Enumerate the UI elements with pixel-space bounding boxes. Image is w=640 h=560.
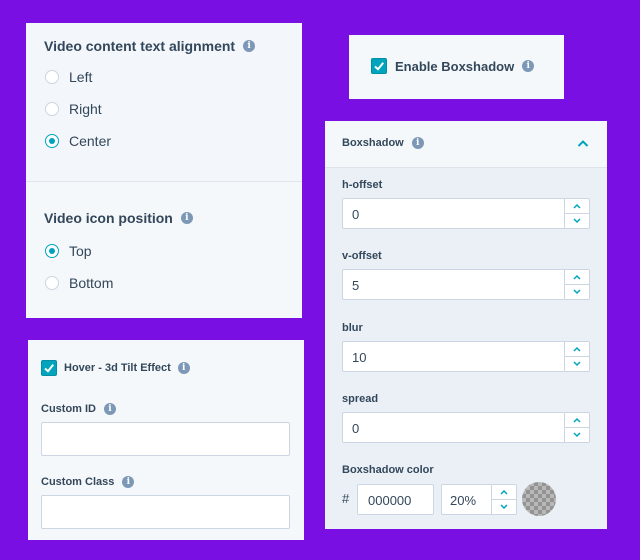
- alignment-panel: Video content text alignment i Left Righ…: [26, 23, 302, 318]
- info-icon[interactable]: i: [177, 362, 190, 374]
- radio-right-label: Right: [69, 101, 102, 117]
- alignment-title: Video content text alignment: [44, 38, 236, 54]
- decrement-button[interactable]: [565, 428, 589, 442]
- alignment-options: Left Right Center: [45, 61, 111, 157]
- increment-button[interactable]: [565, 413, 589, 428]
- info-icon[interactable]: i: [411, 137, 424, 149]
- hover-tilt-checkbox[interactable]: [41, 360, 57, 376]
- icon-position-header: Video icon position i: [44, 210, 193, 226]
- hover-tilt-row[interactable]: Hover - 3d Tilt Effect i: [41, 360, 190, 376]
- hex-color-value: 000000: [368, 493, 412, 508]
- icon-position-options: Top Bottom: [45, 235, 113, 299]
- h-offset-value: 0: [352, 207, 360, 222]
- v-offset-value: 5: [352, 278, 360, 293]
- boxshadow-header[interactable]: Boxshadow i: [325, 121, 607, 168]
- increment-button[interactable]: [565, 342, 589, 357]
- decrement-button[interactable]: [565, 214, 589, 228]
- chevron-down-icon: [573, 361, 581, 367]
- radio-top[interactable]: Top: [45, 235, 113, 267]
- decrement-button[interactable]: [565, 357, 589, 371]
- h-offset-stepper: [564, 199, 589, 228]
- spread-label: spread: [342, 393, 379, 405]
- radio-bottom-label: Bottom: [69, 275, 114, 291]
- radio-left[interactable]: Left: [45, 61, 111, 93]
- radio-bottom-circle[interactable]: [45, 276, 59, 290]
- checkmark-icon: [44, 364, 54, 373]
- spread-input[interactable]: 0: [342, 412, 590, 443]
- radio-center-label: Center: [69, 133, 112, 149]
- radio-bottom[interactable]: Bottom: [45, 267, 113, 299]
- boxshadow-title: Boxshadow: [342, 137, 404, 149]
- info-icon[interactable]: i: [180, 212, 193, 224]
- checkmark-icon: [374, 62, 384, 71]
- hash-symbol: #: [342, 491, 350, 506]
- chevron-down-icon: [573, 289, 581, 295]
- hover-panel: Hover - 3d Tilt Effect i Custom ID i Cus…: [28, 340, 304, 540]
- custom-class-label: Custom Class: [41, 476, 115, 488]
- v-offset-label: v-offset: [342, 250, 382, 262]
- blur-label: blur: [342, 322, 363, 334]
- v-offset-input[interactable]: 5: [342, 269, 590, 300]
- info-icon[interactable]: i: [243, 40, 256, 52]
- h-offset-label: h-offset: [342, 179, 383, 191]
- color-swatch[interactable]: [522, 482, 556, 516]
- radio-right[interactable]: Right: [45, 93, 111, 125]
- decrement-button[interactable]: [565, 285, 589, 299]
- custom-class-input[interactable]: [41, 495, 290, 529]
- opacity-stepper: [491, 485, 516, 514]
- chevron-up-icon: [573, 417, 581, 423]
- radio-left-circle[interactable]: [45, 70, 59, 84]
- hex-color-input[interactable]: 000000: [357, 484, 434, 515]
- chevron-down-icon: [573, 218, 581, 224]
- v-offset-stepper: [564, 270, 589, 299]
- enable-boxshadow-panel: Enable Boxshadow i: [349, 35, 564, 99]
- info-icon[interactable]: i: [522, 60, 535, 72]
- opacity-input[interactable]: 20%: [441, 484, 517, 515]
- opacity-value: 20%: [450, 493, 477, 508]
- decrement-button[interactable]: [492, 500, 516, 514]
- increment-button[interactable]: [565, 270, 589, 285]
- chevron-down-icon: [573, 432, 581, 438]
- enable-boxshadow-checkbox[interactable]: [371, 58, 387, 74]
- boxshadow-title-row: Boxshadow i: [342, 137, 424, 149]
- radio-center[interactable]: Center: [45, 125, 111, 157]
- custom-class-label-row: Custom Class i: [41, 476, 135, 488]
- chevron-up-icon: [573, 346, 581, 352]
- h-offset-input[interactable]: 0: [342, 198, 590, 229]
- chevron-down-icon: [500, 504, 508, 510]
- alignment-header: Video content text alignment i: [44, 38, 256, 54]
- chevron-up-icon: [573, 203, 581, 209]
- radio-top-circle[interactable]: [45, 244, 59, 258]
- custom-id-input[interactable]: [41, 422, 290, 456]
- info-icon[interactable]: i: [122, 476, 135, 488]
- spread-value: 0: [352, 421, 360, 436]
- chevron-up-icon[interactable]: [577, 139, 589, 149]
- spread-stepper: [564, 413, 589, 442]
- custom-id-label: Custom ID: [41, 403, 96, 415]
- radio-left-label: Left: [69, 69, 93, 85]
- custom-id-label-row: Custom ID i: [41, 403, 116, 415]
- boxshadow-color-label: Boxshadow color: [342, 464, 434, 476]
- color-swatch-overlay: [522, 482, 556, 516]
- radio-top-label: Top: [69, 243, 92, 259]
- blur-input[interactable]: 10: [342, 341, 590, 372]
- blur-stepper: [564, 342, 589, 371]
- icon-position-section: Video icon position i Top Bottom: [26, 182, 302, 318]
- radio-right-circle[interactable]: [45, 102, 59, 116]
- boxshadow-panel: Boxshadow i h-offset 0 v-offset 5 blur 1…: [325, 121, 607, 529]
- chevron-up-icon: [500, 489, 508, 495]
- icon-position-title: Video icon position: [44, 210, 173, 226]
- enable-boxshadow-row[interactable]: Enable Boxshadow i: [371, 58, 535, 74]
- blur-value: 10: [352, 350, 367, 365]
- chevron-up-icon: [573, 274, 581, 280]
- enable-boxshadow-label: Enable Boxshadow: [395, 58, 515, 74]
- hover-tilt-label: Hover - 3d Tilt Effect: [64, 362, 171, 374]
- info-icon[interactable]: i: [104, 403, 116, 415]
- radio-center-circle[interactable]: [45, 134, 59, 148]
- increment-button[interactable]: [492, 485, 516, 500]
- increment-button[interactable]: [565, 199, 589, 214]
